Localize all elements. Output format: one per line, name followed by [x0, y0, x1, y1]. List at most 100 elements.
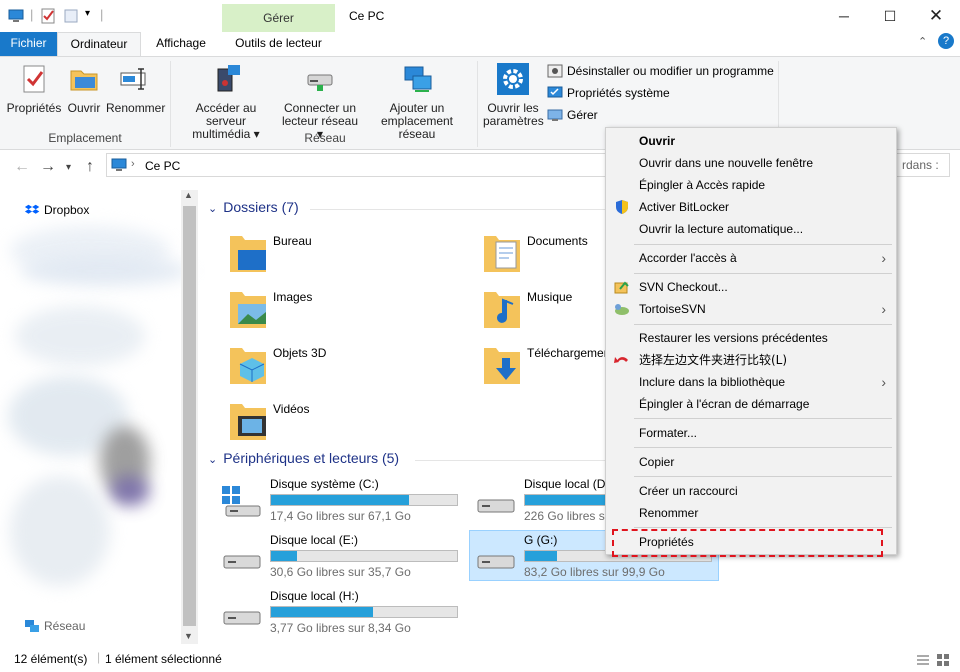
proprietes-button[interactable]: Propriétés [6, 63, 62, 115]
collapse-chevron-icon[interactable]: ⌄ [208, 454, 217, 466]
menu-item-label: Épingler à Accès rapide [639, 178, 766, 192]
menu-item-comparer-dossier[interactable]: 选择左边文件夹进行比较(L) [606, 349, 896, 371]
menu-item-label: Ouvrir dans une nouvelle fenêtre [639, 156, 814, 170]
dropbox-icon [24, 204, 40, 214]
menu-item-copier[interactable]: Copier [606, 451, 896, 473]
drive-h[interactable]: Disque local (H:) 3,77 Go libres sur 8,3… [222, 588, 470, 640]
tab-ordinateur[interactable]: Ordinateur [57, 32, 141, 56]
folder-objets-3d[interactable]: Objets 3D [228, 344, 468, 396]
connecter-lecteur-reseau-button[interactable]: Connecter un lecteur réseau ▾ [280, 63, 360, 141]
scrollbar-thumb[interactable] [183, 206, 196, 626]
menu-item-accorder-acces[interactable]: Accorder l'accès à › [606, 247, 896, 269]
breadcrumb-ce-pc[interactable]: Ce PC [145, 159, 180, 173]
new-folder-qa-icon[interactable] [63, 8, 79, 24]
menu-item-ouvrir[interactable]: Ouvrir [606, 130, 896, 152]
maximize-button[interactable]: ☐ [867, 0, 913, 32]
menu-item-inclure-bibliotheque[interactable]: Inclure dans la bibliothèque › [606, 371, 896, 393]
scroll-down-arrow-icon[interactable]: ▼ [184, 631, 193, 641]
menu-item-creer-raccourci[interactable]: Créer un raccourci [606, 480, 896, 502]
drive-label: G (G:) [524, 533, 558, 547]
proprietes-label: Propriétés [6, 101, 62, 115]
menu-item-ouvrir-nouvelle-fenetre[interactable]: Ouvrir dans une nouvelle fenêtre [606, 152, 896, 174]
proprietes-systeme-button[interactable]: Propriétés système [547, 84, 670, 102]
drive-free-space: 83,2 Go libres sur 99,9 Go [524, 565, 665, 579]
computer-icon[interactable] [8, 8, 24, 24]
menu-item-svn-checkout[interactable]: SVN Checkout... [606, 276, 896, 298]
tab-outils-de-lecteur[interactable]: Outils de lecteur [222, 32, 335, 56]
nav-item-dropbox[interactable]: Dropbox [24, 202, 89, 218]
properties-qa-icon[interactable] [40, 8, 56, 24]
menu-item-formater[interactable]: Formater... [606, 422, 896, 444]
search-input[interactable]: rdans : [890, 153, 950, 177]
minimize-button[interactable]: ─ [821, 0, 867, 32]
section-peripheriques[interactable]: ⌄ Périphériques et lecteurs (5) [208, 450, 399, 466]
status-bar: 12 élément(s) | 1 élément sélectionné [0, 648, 960, 672]
folder-images[interactable]: Images [228, 288, 468, 340]
back-arrow-icon[interactable]: ← [14, 158, 30, 176]
customize-qa-icon[interactable]: ▾ [85, 8, 90, 19]
large-icons-view-icon[interactable] [936, 653, 950, 667]
folder-label: Objets 3D [273, 346, 327, 360]
section-dossiers[interactable]: ⌄ Dossiers (7) [208, 199, 299, 215]
recent-locations-icon[interactable]: ▾ [66, 162, 71, 173]
hard-drive-icon [477, 555, 515, 569]
forward-arrow-icon[interactable]: → [40, 158, 56, 176]
menu-item-restaurer-versions[interactable]: Restaurer les versions précédentes [606, 327, 896, 349]
details-view-icon[interactable] [916, 653, 930, 667]
blurred-region [20, 256, 190, 286]
system-properties-icon [547, 86, 563, 98]
open-folder-icon [70, 70, 98, 91]
ouvrir-button[interactable]: Ouvrir [64, 63, 104, 115]
folder-videos[interactable]: Vidéos [228, 400, 468, 452]
separator-icon: | [30, 7, 34, 22]
menu-item-tortoisesvn[interactable]: TortoiseSVN › [606, 298, 896, 320]
collapse-chevron-icon[interactable]: ⌄ [208, 203, 217, 215]
close-button[interactable]: ✕ [913, 0, 959, 32]
item-count: 12 élément(s) [14, 652, 88, 666]
acceder-serveur-multimedia-button[interactable]: Accéder au serveur multimédia ▾ [176, 63, 276, 141]
drive-label: Disque local (E:) [270, 533, 359, 547]
menu-item-renommer[interactable]: Renommer [606, 502, 896, 524]
reseau-label: Réseau [44, 619, 86, 633]
ajouter-emplacement-reseau-button[interactable]: Ajouter un emplacement réseau [362, 63, 472, 141]
menu-item-label: Ouvrir [639, 134, 676, 148]
scroll-up-arrow-icon[interactable]: ▲ [184, 190, 193, 200]
menu-item-activer-bitlocker[interactable]: Activer BitLocker [606, 196, 896, 218]
pictures-folder-icon [230, 292, 266, 328]
menu-separator [634, 418, 892, 419]
address-bar[interactable]: › Ce PC [106, 153, 606, 177]
menu-item-lecture-automatique[interactable]: Ouvrir la lecture automatique... [606, 218, 896, 240]
gerer-button[interactable]: Gérer [547, 106, 598, 124]
collapse-ribbon-icon[interactable]: ⌃ [918, 35, 927, 48]
ouvrir-parametres-button[interactable]: Ouvrir les paramètres [483, 63, 544, 128]
folder-bureau[interactable]: Bureau [228, 232, 468, 284]
menu-item-epingler-acces-rapide[interactable]: Épingler à Accès rapide [606, 174, 896, 196]
tab-fichier[interactable]: Fichier [0, 32, 57, 56]
menu-item-label: Épingler à l'écran de démarrage [639, 397, 810, 411]
breadcrumb-chevron-icon[interactable]: › [131, 158, 135, 170]
drive-e[interactable]: Disque local (E:) 30,6 Go libres sur 35,… [222, 532, 470, 584]
videos-folder-icon [230, 404, 266, 440]
tortoisesvn-icon [615, 304, 629, 315]
menu-item-label: Copier [639, 455, 675, 469]
tab-affichage[interactable]: Affichage [141, 32, 221, 56]
group-separator [170, 61, 171, 147]
desinstaller-programme-button[interactable]: Désinstaller ou modifier un programme [547, 62, 774, 80]
section-peripheriques-title: Périphériques et lecteurs (5) [223, 450, 400, 466]
contextual-group-header: Gérer [222, 4, 335, 32]
help-icon[interactable]: ? [938, 33, 954, 49]
group-label-reseau: Réseau [304, 131, 346, 145]
menu-item-label: Accorder l'accès à [639, 251, 737, 265]
acceder-label-line1: Accéder au serveur [195, 101, 257, 128]
group-separator [477, 61, 478, 147]
hard-drive-icon [223, 555, 261, 569]
proprietes-systeme-label: Propriétés système [567, 86, 670, 100]
menu-item-epingler-demarrage[interactable]: Épingler à l'écran de démarrage [606, 393, 896, 415]
drive-label: Disque local (D:) [524, 477, 613, 491]
up-arrow-icon[interactable]: ↑ [86, 158, 94, 176]
renommer-button[interactable]: Renommer [106, 63, 165, 115]
nav-item-reseau[interactable]: Réseau [24, 618, 85, 634]
drive-label: Disque système (C:) [270, 477, 379, 491]
menu-separator [634, 273, 892, 274]
drive-c[interactable]: Disque système (C:) 17,4 Go libres sur 6… [222, 476, 470, 528]
